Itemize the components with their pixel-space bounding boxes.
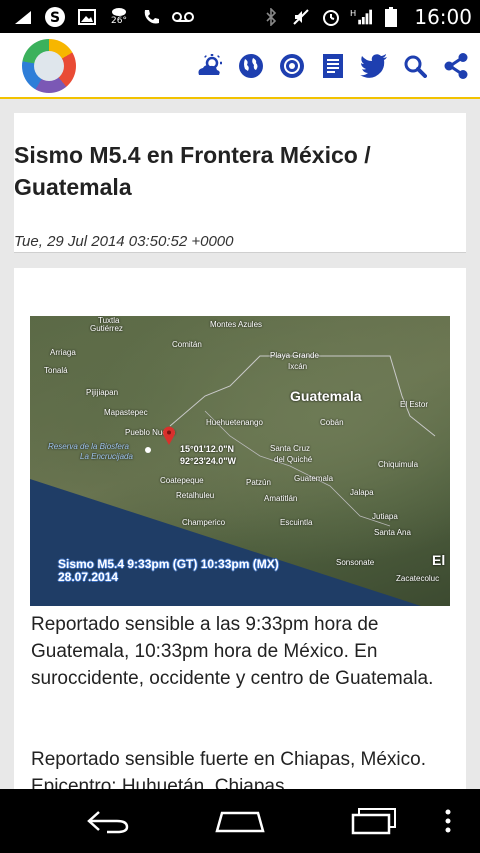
radar-icon[interactable] <box>277 53 306 79</box>
map-label-comitan: Comitán <box>172 340 202 349</box>
alarm-icon <box>320 6 342 28</box>
earthquake-map-image[interactable]: Tuxtla Gutiérrez Montes Azules Comitán P… <box>30 316 450 606</box>
home-icon <box>215 811 265 833</box>
map-label-coatepeque: Coatepeque <box>160 476 204 485</box>
voicemail-icon <box>172 6 194 28</box>
cell-signal-icon: H <box>350 6 373 28</box>
article-icon[interactable] <box>318 53 347 79</box>
map-label-santa-ana: Santa Ana <box>374 528 411 537</box>
map-label-gutierrez: Gutiérrez <box>90 324 123 333</box>
recent-apps-icon <box>351 808 396 835</box>
app-header <box>0 33 480 99</box>
map-coord-lat: 15°01'12.0"N <box>180 444 235 454</box>
map-label-arriaga: Arriaga <box>50 348 76 357</box>
map-label-escuintla: Escuintla <box>280 518 313 527</box>
post-title: Sismo M5.4 en Frontera México / Guatemal… <box>14 142 371 200</box>
phone-icon <box>140 6 162 28</box>
share-icon[interactable] <box>441 53 470 79</box>
map-label-santa-cruz: Santa Cruz <box>270 444 311 453</box>
location-pin-icon <box>163 426 175 445</box>
image-icon <box>76 6 98 28</box>
map-label-guatemala-city: Guatemala <box>294 474 334 483</box>
app-s-icon: S <box>44 6 66 28</box>
post-header-card: Sismo M5.4 en Frontera México / Guatemal… <box>14 113 466 253</box>
back-button[interactable] <box>78 801 138 841</box>
map-label-encrucijada: La Encrucijada <box>80 452 133 461</box>
map-label-playa-grande: Playa Grande <box>270 351 319 360</box>
map-caption: Sismo M5.4 9:33pm (GT) 10:33pm (MX) 28.0… <box>58 558 279 584</box>
post-body-card: Tuxtla Gutiérrez Montes Azules Comitán P… <box>14 268 466 798</box>
search-icon[interactable] <box>400 53 429 79</box>
map-label-guatemala-region: Guatemala <box>290 388 362 404</box>
back-arrow-icon <box>87 811 129 834</box>
svg-text:S: S <box>50 10 60 26</box>
map-label-champerico: Champerico <box>182 518 226 527</box>
battery-icon <box>380 6 402 28</box>
post-paragraph-1: Reportado sensible a las 9:33pm hora de … <box>31 614 434 689</box>
map-label-pijijiapan: Pijijiapan <box>86 388 119 397</box>
map-label-reserva: Reserva de la Biosfera <box>48 442 129 451</box>
map-label-ixcan: Ixcán <box>288 362 308 371</box>
map-label-jalapa: Jalapa <box>350 488 374 497</box>
bluetooth-icon <box>260 6 282 28</box>
map-label-huehuetenango: Huehuetenango <box>206 418 263 427</box>
map-label-el: El <box>432 552 446 568</box>
post-date: Tue, 29 Jul 2014 03:50:52 +0000 <box>14 233 234 250</box>
globe-icon[interactable] <box>236 53 265 79</box>
weather-icon[interactable] <box>195 53 224 79</box>
recent-apps-button[interactable] <box>344 801 404 841</box>
svg-text:H: H <box>350 8 356 18</box>
map-label-zacatecoluca: Zacatecoluc <box>396 574 440 583</box>
app-logo[interactable] <box>22 39 76 93</box>
map-coord-lon: 92°23'24.0"W <box>180 456 237 466</box>
more-vert-icon <box>445 809 451 833</box>
map-label-patzun: Patzún <box>246 478 271 487</box>
twitter-icon[interactable] <box>359 53 388 79</box>
map-label-el-estor: El Estor <box>400 400 429 409</box>
map-label-quiche: del Quiché <box>274 455 313 464</box>
status-bar: S 26° H 16:00 <box>0 0 480 33</box>
map-caption-line2: 28.07.2014 <box>58 570 119 584</box>
clock-time: 16:00 <box>414 4 472 29</box>
mute-icon <box>290 6 312 28</box>
map-label-jutiapa: Jutiapa <box>372 512 398 521</box>
map-label-amatitlan: Amatitlán <box>264 494 298 503</box>
signal-bars-icon <box>12 6 34 28</box>
weather-status-icon: 26° <box>108 6 130 28</box>
system-nav-bar <box>0 789 480 853</box>
header-toolbar <box>195 53 470 79</box>
map-label-coban: Cobán <box>320 418 344 427</box>
map-label-retalhuleu: Retalhuleu <box>176 491 215 500</box>
home-button[interactable] <box>210 801 270 841</box>
map-label-mapastepec: Mapastepec <box>104 408 148 417</box>
map-label-tonala: Tonalá <box>44 366 68 375</box>
overflow-menu-button[interactable] <box>428 801 468 841</box>
map-label-chiquimula: Chiquimula <box>378 460 419 469</box>
map-label-sonsonate: Sonsonate <box>336 558 375 567</box>
map-label-montes-azules: Montes Azules <box>210 320 263 329</box>
temperature-label: 26° <box>111 16 127 26</box>
